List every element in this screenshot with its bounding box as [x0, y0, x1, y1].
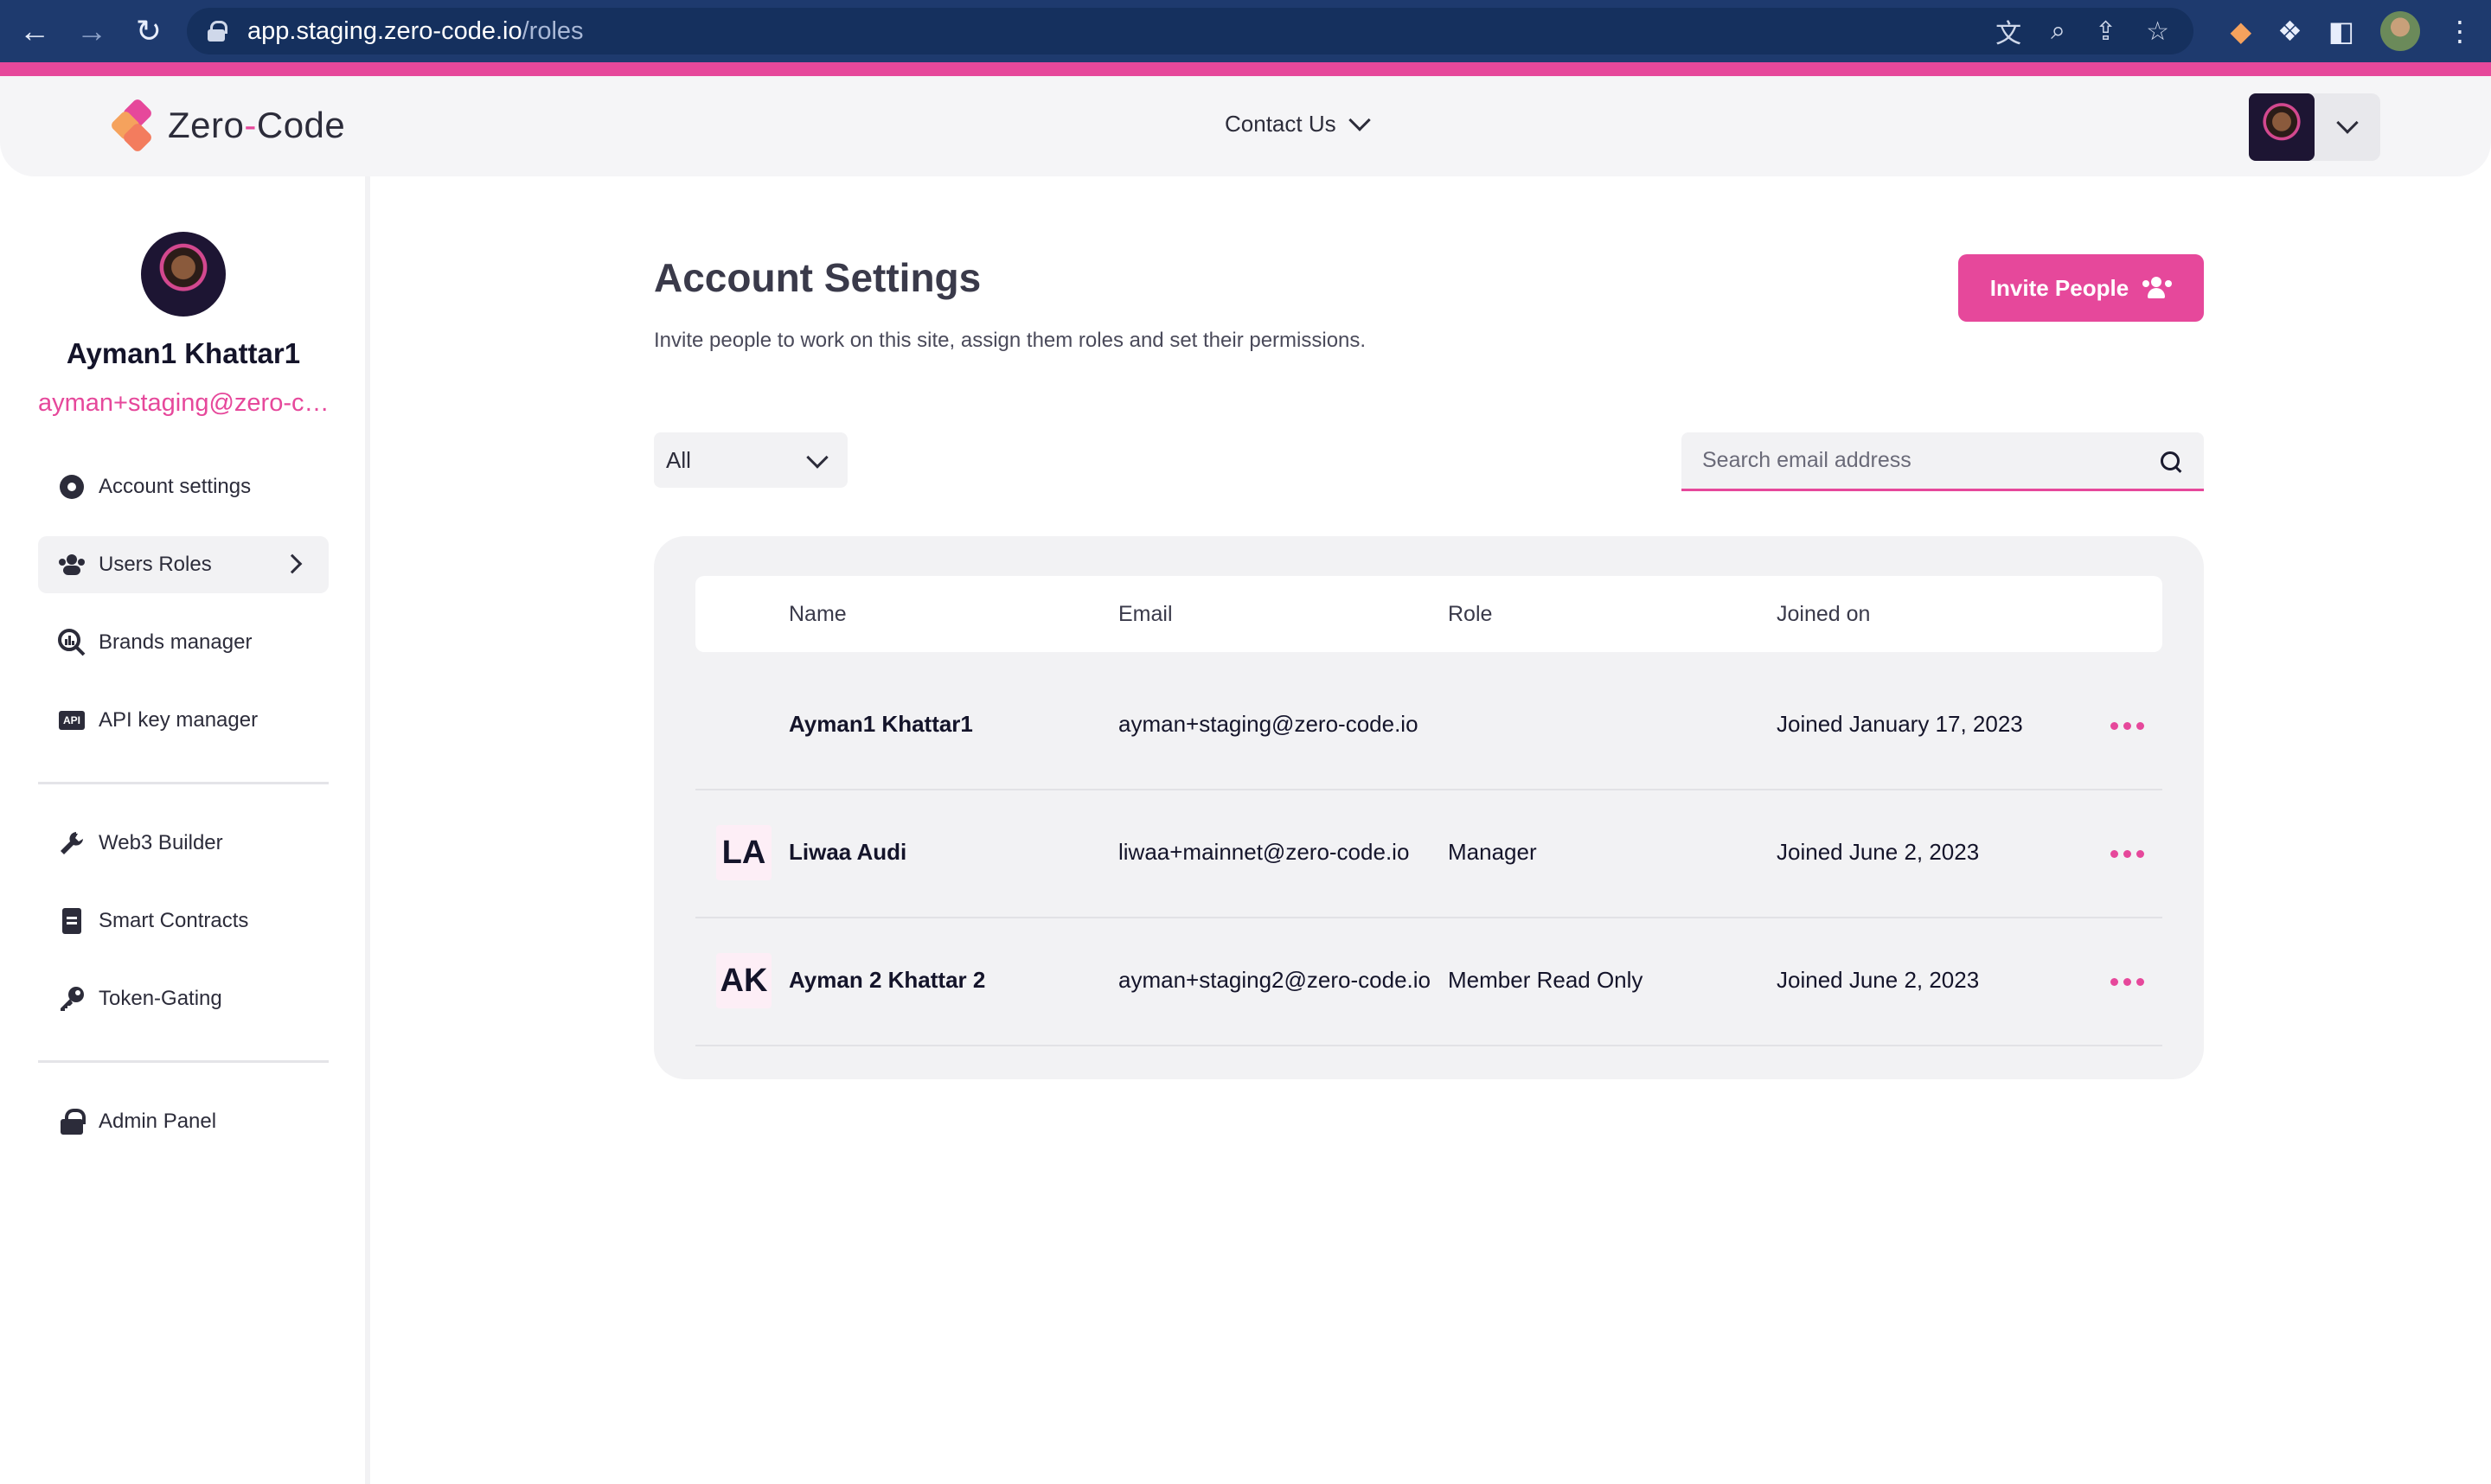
chevron-down-icon — [2336, 112, 2359, 134]
user-joined: Joined June 2, 2023 — [1777, 967, 1980, 993]
sidebar-divider — [38, 782, 329, 784]
puzzle-extensions-icon[interactable]: ❖ — [2277, 15, 2302, 48]
users-table: Name Email Role Joined on Ayman1 Khattar… — [654, 536, 2204, 1079]
invite-people-label: Invite People — [1989, 274, 2129, 301]
profile-name: Ayman1 Khattar1 — [66, 337, 301, 369]
sidebar-item-label: Account settings — [99, 475, 252, 498]
sidebar-item-smart-contracts[interactable]: Smart Contracts — [38, 892, 329, 950]
user-name: Ayman1 Khattar1 — [789, 711, 973, 737]
lock-icon — [57, 1107, 86, 1136]
fox-extension-icon[interactable]: ◆ — [2230, 15, 2251, 48]
url-path: /roles — [522, 16, 584, 45]
profile-avatar — [141, 232, 226, 317]
search-input[interactable] — [1702, 448, 2135, 473]
users-icon — [57, 550, 86, 579]
sidebar-item-admin-panel[interactable]: Admin Panel — [38, 1093, 329, 1150]
table-header: Name Email Role Joined on — [695, 576, 2162, 652]
contact-us-label: Contact Us — [1225, 111, 1336, 137]
bookmark-star-icon[interactable]: ☆ — [2146, 16, 2169, 47]
wrench-icon — [57, 828, 86, 858]
user-initials-avatar: AK — [716, 953, 772, 1008]
document-icon — [57, 906, 86, 936]
sidebar-item-token-gating[interactable]: Token-Gating — [38, 970, 329, 1027]
user-menu-button[interactable] — [2249, 93, 2380, 161]
address-bar[interactable]: app.staging.zero-code.io/roles 文 ⌕ ⇪ ☆ — [187, 8, 2193, 54]
sidebar-item-label: Smart Contracts — [99, 909, 249, 932]
user-email: liwaa+mainnet@zero-code.io — [1118, 839, 1410, 865]
sidebar-item-label: Token-Gating — [99, 987, 222, 1010]
chevron-down-icon — [1348, 108, 1371, 131]
sidebar-item-web3-builder[interactable]: Web3 Builder — [38, 815, 329, 872]
zoom-icon[interactable]: ⌕ — [2051, 16, 2065, 46]
translate-icon[interactable]: 文 — [1995, 12, 2021, 50]
logo-mark-icon — [109, 97, 159, 154]
profile-email: ayman+staging@zero-code.io — [38, 389, 332, 417]
user-joined: Joined January 17, 2023 — [1777, 711, 2023, 737]
more-options-icon[interactable] — [2110, 841, 2144, 867]
app-header: Zero-Code Contact Us — [0, 76, 2491, 176]
user-role: Member Read Only — [1448, 967, 1643, 993]
api-icon: API — [57, 706, 86, 735]
column-header-name: Name — [789, 602, 847, 626]
kebab-menu-icon[interactable]: ⋮ — [2446, 15, 2474, 48]
page-subtitle: Invite people to work on this site, assi… — [654, 329, 1367, 352]
user-name: Ayman 2 Khattar 2 — [789, 967, 986, 993]
sidebar-item-brands-manager[interactable]: Brands manager — [38, 614, 329, 671]
forward-arrow-icon[interactable]: → — [69, 9, 114, 54]
sidebar-item-label: Brands manager — [99, 630, 253, 654]
users-icon — [2142, 277, 2173, 299]
column-header-email: Email — [1118, 602, 1173, 626]
chevron-right-icon — [282, 553, 303, 574]
browser-toolbar: ← → ↻ app.staging.zero-code.io/roles 文 ⌕… — [0, 0, 2491, 62]
sidebar-item-account-settings[interactable]: Account settings — [38, 458, 329, 515]
column-header-joined: Joined on — [1777, 602, 1871, 626]
search-box — [1681, 432, 2204, 491]
sidebar-item-label: API key manager — [99, 708, 259, 732]
sidebar-divider — [38, 1060, 329, 1063]
browser-profile-avatar[interactable] — [2380, 11, 2420, 51]
column-header-role: Role — [1448, 602, 1493, 626]
user-email: ayman+staging@zero-code.io — [1118, 711, 1418, 737]
table-row: LA Liwaa Audi liwaa+mainnet@zero-code.io… — [695, 790, 2162, 918]
lock-icon — [208, 21, 227, 42]
search-icon[interactable] — [2161, 451, 2181, 472]
more-options-icon[interactable] — [2110, 969, 2144, 995]
sidebar: Ayman1 Khattar1 ayman+staging@zero-code.… — [0, 176, 370, 1484]
key-icon — [57, 984, 86, 1014]
side-panel-icon[interactable]: ◧ — [2328, 15, 2354, 48]
reload-icon[interactable]: ↻ — [126, 9, 171, 54]
share-icon[interactable]: ⇪ — [2095, 16, 2116, 47]
user-joined: Joined June 2, 2023 — [1777, 839, 1980, 865]
user-role: Manager — [1448, 839, 1537, 865]
sidebar-item-api-key-manager[interactable]: API API key manager — [38, 692, 329, 749]
invite-people-button[interactable]: Invite People — [1958, 254, 2204, 322]
url-host: app.staging.zero-code.io — [247, 16, 522, 45]
sidebar-item-users-roles[interactable]: Users Roles — [38, 536, 329, 593]
sidebar-item-label: Admin Panel — [99, 1110, 217, 1133]
role-filter-select[interactable]: All — [654, 432, 848, 488]
more-options-icon[interactable] — [2110, 713, 2144, 739]
page-title: Account Settings — [654, 255, 982, 300]
brand-strip — [0, 62, 2491, 76]
sidebar-item-label: Web3 Builder — [99, 831, 223, 854]
chevron-down-icon — [806, 446, 829, 469]
avatar — [2249, 93, 2315, 161]
chart-search-icon — [57, 628, 86, 657]
sidebar-item-label: Users Roles — [99, 553, 212, 576]
table-row: AK Ayman 2 Khattar 2 ayman+staging2@zero… — [695, 918, 2162, 1046]
logo-text: Zero-Code — [168, 105, 346, 145]
user-avatar — [716, 697, 772, 752]
gear-icon — [57, 472, 86, 502]
table-row: Ayman1 Khattar1 ayman+staging@zero-code.… — [695, 662, 2162, 790]
user-name: Liwaa Audi — [789, 839, 907, 865]
role-filter-value: All — [666, 446, 691, 473]
contact-us-menu[interactable]: Contact Us — [1225, 108, 1371, 138]
back-arrow-icon[interactable]: ← — [12, 9, 57, 54]
user-initials-avatar: LA — [716, 825, 772, 880]
zero-code-logo[interactable]: Zero-Code — [109, 97, 346, 154]
user-email: ayman+staging2@zero-code.io — [1118, 967, 1431, 993]
